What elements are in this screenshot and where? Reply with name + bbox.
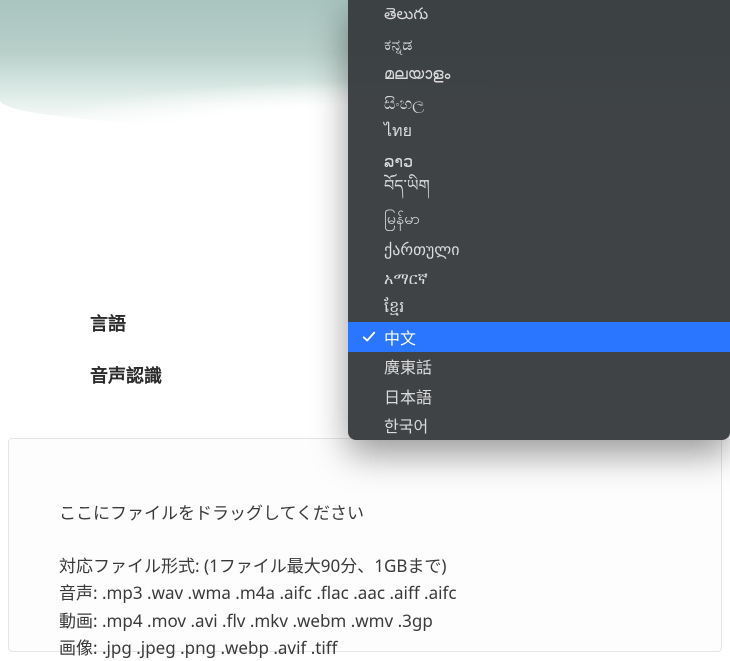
language-option[interactable]: 한국어 xyxy=(348,410,730,439)
language-option-label: 한국어 xyxy=(384,413,428,437)
language-option[interactable]: 廣東話 xyxy=(348,352,730,381)
language-option[interactable]: മലയാളം xyxy=(348,59,730,88)
language-option-label: မြန်မာ xyxy=(384,207,420,232)
file-dropzone[interactable]: ここにファイルをドラッグしてください 対応ファイル形式: (1ファイル最大90分… xyxy=(8,438,722,652)
language-option-label: ខ្មែរ xyxy=(384,295,404,320)
language-option-label: ქართული xyxy=(384,238,460,260)
language-option[interactable]: བོད་ཡིག xyxy=(348,176,730,205)
check-icon xyxy=(362,330,376,344)
language-option[interactable]: አማርኛ xyxy=(348,264,730,293)
language-option[interactable]: 日本語 xyxy=(348,381,730,410)
language-option-label: తెలుగు xyxy=(384,2,428,27)
language-option[interactable]: ไทย xyxy=(348,117,730,146)
speech-recognition-label: 音声認識 xyxy=(40,362,240,388)
language-option-label: සිංහල xyxy=(384,92,424,114)
language-option-label: 廣東話 xyxy=(384,354,432,378)
language-option-label: አማርኛ xyxy=(384,267,428,289)
language-option[interactable]: සිංහල xyxy=(348,88,730,117)
language-option-label: ಕನ್ನಡ xyxy=(384,33,412,55)
language-option-label: 日本語 xyxy=(384,384,432,408)
language-option[interactable]: မြန်မာ xyxy=(348,205,730,234)
language-option[interactable]: ಕನ್ನಡ xyxy=(348,29,730,58)
dropzone-audio-formats: 音声: .mp3 .wav .wma .m4a .aifc .flac .aac… xyxy=(59,579,671,606)
dropzone-image-formats: 画像: .jpg .jpeg .png .webp .avif .tiff xyxy=(59,634,671,661)
language-dropdown[interactable]: తెలుగుಕನ್ನಡമലയാളംසිංහලไทยລາວབོད་ཡིགမြန်မ… xyxy=(348,0,730,440)
language-option[interactable]: తెలుగు xyxy=(348,0,730,29)
language-label: 言語 xyxy=(40,310,240,336)
dropzone-video-formats: 動画: .mp4 .mov .avi .flv .mkv .webm .wmv … xyxy=(59,607,671,634)
language-option-label: മലയാളം xyxy=(384,62,450,84)
language-option-label: 中文 xyxy=(384,325,416,349)
dropzone-instruction: ここにファイルをドラッグしてください xyxy=(59,499,671,526)
dropzone-formats-header: 対応ファイル形式: (1ファイル最大90分、1GBまで) xyxy=(59,552,671,579)
language-option[interactable]: ქართული xyxy=(348,234,730,263)
language-option[interactable]: ខ្មែរ xyxy=(348,293,730,322)
language-option-label: ไทย xyxy=(384,119,412,144)
language-option[interactable]: 中文 xyxy=(348,322,730,351)
